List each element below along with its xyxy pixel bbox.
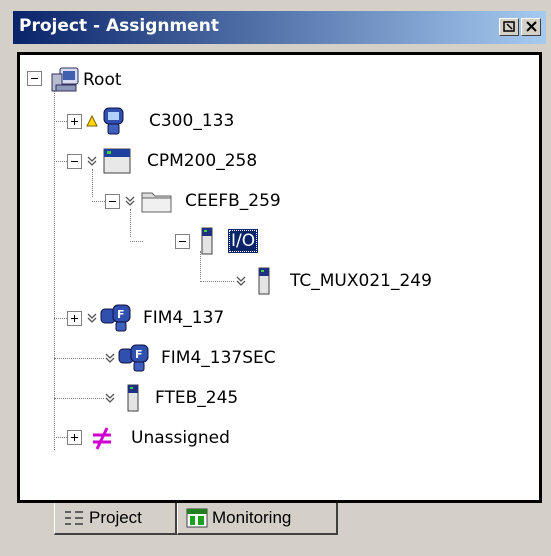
tree-line <box>54 358 104 359</box>
minus-icon <box>109 201 116 202</box>
plus-icon <box>71 434 78 441</box>
tree-line <box>54 121 67 122</box>
plus-icon <box>71 315 78 322</box>
tree-line <box>200 281 234 282</box>
warning-icon <box>86 115 98 127</box>
tree-node-label: Unassigned <box>131 428 230 448</box>
tab-monitoring[interactable]: Monitoring <box>177 503 338 535</box>
tree-node-label: I/O <box>228 229 259 253</box>
io-module-icon <box>258 267 270 295</box>
double-chevron-icon <box>87 156 97 166</box>
svg-text:F: F <box>117 308 125 321</box>
io-module-icon <box>127 384 139 412</box>
tree-node-label: FIM4_137SEC <box>161 348 276 368</box>
double-chevron-icon <box>105 393 115 403</box>
tab-label: Monitoring <box>212 508 292 527</box>
controller-module-icon <box>103 148 131 174</box>
tree-line <box>54 398 104 399</box>
project-tree-icon <box>65 511 83 525</box>
expand-toggle[interactable] <box>67 114 82 129</box>
collapse-toggle[interactable] <box>67 154 82 169</box>
fieldbus-module-icon: F <box>118 344 149 372</box>
tree-line <box>54 86 55 450</box>
project-assignment-window: Project - Assignment Root C300_133 CPM20… <box>13 11 546 551</box>
tree-node-root[interactable]: Root <box>50 63 125 97</box>
collapse-toggle[interactable] <box>27 71 42 86</box>
tree-node-io[interactable]: I/O <box>200 224 259 258</box>
minus-icon <box>71 161 78 162</box>
minus-icon <box>31 78 38 79</box>
expand-toggle[interactable] <box>67 311 82 326</box>
tree-node-label: CEEFB_259 <box>185 191 281 211</box>
close-icon <box>526 21 537 32</box>
tree-node-fim4-sec[interactable]: F FIM4_137SEC <box>104 341 279 375</box>
pin-button[interactable] <box>499 18 519 36</box>
io-module-icon <box>201 227 213 255</box>
computer-icon <box>51 67 79 92</box>
minus-icon <box>179 241 186 242</box>
tree-node-tc-mux[interactable]: TC_MUX021_249 <box>235 264 435 298</box>
tree-node-ceefb[interactable]: CEEFB_259 <box>124 184 284 218</box>
expand-toggle[interactable] <box>67 430 82 445</box>
controller-module-icon <box>103 107 124 135</box>
double-chevron-icon <box>236 276 246 286</box>
double-chevron-icon <box>105 353 115 363</box>
window-title: Project - Assignment <box>19 16 219 36</box>
pin-icon <box>503 21 515 32</box>
project-tree[interactable]: Root C300_133 CPM200_258 CEEFB_259 I/O T… <box>17 52 542 503</box>
double-chevron-icon <box>125 196 135 206</box>
tree-line <box>92 201 105 202</box>
collapse-toggle[interactable] <box>105 194 120 209</box>
tree-node-label: CPM200_258 <box>147 151 258 171</box>
tree-node-label: C300_133 <box>149 111 235 131</box>
tree-node-fteb[interactable]: FTEB_245 <box>104 381 241 415</box>
tree-node-unassigned[interactable]: Unassigned <box>90 421 233 455</box>
close-button[interactable] <box>521 18 541 36</box>
unassigned-icon <box>93 427 111 450</box>
tree-node-cpm200[interactable]: CPM200_258 <box>86 144 260 178</box>
tree-line <box>130 241 143 242</box>
plus-icon <box>71 118 78 125</box>
monitoring-icon <box>186 508 208 528</box>
tree-node-label: FIM4_137 <box>143 308 225 328</box>
tree-node-c300[interactable]: C300_133 <box>86 104 237 138</box>
tree-line <box>54 437 67 438</box>
double-chevron-icon <box>87 313 97 323</box>
collapse-toggle[interactable] <box>175 234 190 249</box>
tree-node-label: Root <box>83 70 122 90</box>
tab-label: Project <box>89 508 142 527</box>
fieldbus-module-icon: F <box>100 304 131 332</box>
folder-icon <box>141 192 172 213</box>
tree-line <box>54 161 67 162</box>
tab-project[interactable]: Project <box>54 503 177 535</box>
tree-line <box>54 318 67 319</box>
tree-node-label: FTEB_245 <box>155 388 239 408</box>
view-tabs: Project Monitoring <box>13 503 546 551</box>
tree-node-label: TC_MUX021_249 <box>290 271 432 291</box>
title-bar[interactable]: Project - Assignment <box>13 11 546 44</box>
tree-node-fim4[interactable]: F FIM4_137 <box>86 301 227 335</box>
svg-text:F: F <box>135 348 143 361</box>
